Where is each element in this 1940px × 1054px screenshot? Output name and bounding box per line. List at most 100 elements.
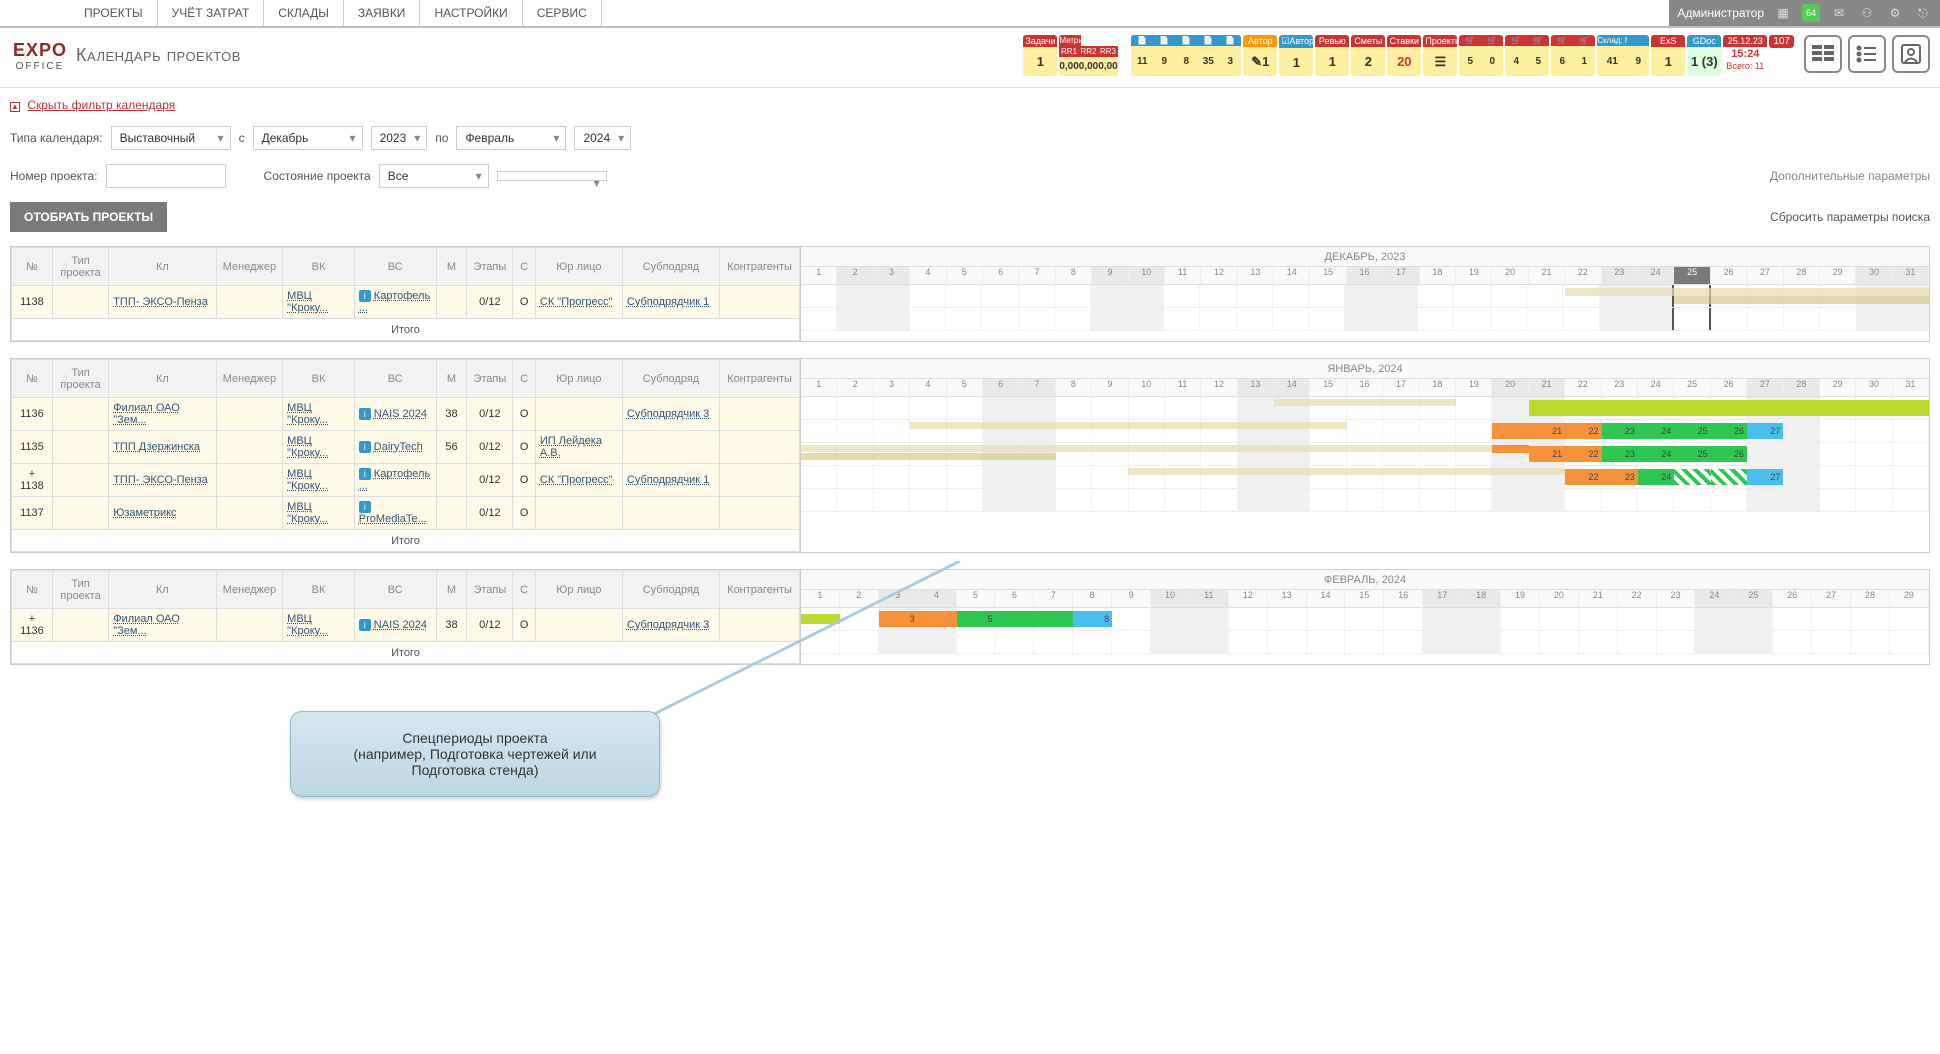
logo-bot: OFFICE <box>10 61 70 72</box>
gantt-row: 22232427 <box>801 466 1929 489</box>
tile-requests3[interactable]: 🛒6 🛒1 <box>1551 35 1595 76</box>
project-num-label: Номер проекта: <box>10 169 98 183</box>
year-to-select[interactable]: 2024 <box>574 126 631 150</box>
menu-stock[interactable]: СКЛАДЫ <box>264 0 344 26</box>
table-row[interactable]: 1138ТПП- ЭКСО-ПензаМВЦ "Кроку...iКартофе… <box>12 286 800 319</box>
tile-review[interactable]: Ревью1 <box>1315 35 1349 76</box>
project-num-input[interactable] <box>106 164 226 188</box>
menu-settings[interactable]: НАСТРОЙКИ <box>420 0 522 26</box>
view-person-icon[interactable] <box>1892 35 1930 73</box>
col-header: Этапы <box>467 248 513 286</box>
tile-exs[interactable]: ExS1 <box>1651 35 1685 76</box>
col-header: Менеджер <box>216 571 283 609</box>
users-icon[interactable]: ⚇ <box>1858 4 1876 22</box>
tile-requests2[interactable]: 🛒4 🛒5 <box>1505 35 1549 76</box>
gantt-row <box>801 489 1929 512</box>
layout-icon[interactable]: ▦ <box>1774 4 1792 22</box>
state-label: Состояние проекта <box>264 169 371 183</box>
col-header: Тип проекта <box>52 571 108 609</box>
tile-estimates[interactable]: Сметы2 <box>1351 35 1385 76</box>
gantt-row: 212223242526 <box>801 443 1929 466</box>
tile-visas[interactable]: 📄11 📄9 📄8 📄35 📄3 <box>1131 35 1241 76</box>
table-row[interactable]: + 1138ТПП- ЭКСО-ПензаМВЦ "Кроку...iКарто… <box>12 464 800 497</box>
date-badge: 107 <box>1769 35 1794 48</box>
tile-requests[interactable]: 🛒5 🛒0 <box>1459 35 1503 76</box>
admin-block: Администратор ▦ 64 ✉ ⚇ ⚙ ⎋ <box>1669 0 1940 26</box>
col-header: ВС <box>354 360 436 398</box>
table-row[interactable]: 1135ТПП ДзержинскаМВЦ "Кроку...iDairyTec… <box>12 431 800 464</box>
status-tiles: Задачи1 Метрики RR10,00 RR20,00 RR30,00 … <box>1023 35 1930 76</box>
tile-tasks[interactable]: Задачи1 <box>1023 35 1057 76</box>
extra-select[interactable] <box>497 171 607 181</box>
month-jan-label: ЯНВАРЬ, 2024 <box>801 359 1929 379</box>
menu-requests[interactable]: ЗАЯВКИ <box>344 0 421 26</box>
col-header: ВК <box>283 360 355 398</box>
gantt-row <box>801 631 1929 654</box>
col-header: С <box>513 571 536 609</box>
exit-icon[interactable]: ⎋ <box>1914 4 1932 22</box>
col-header: Юр лицо <box>535 571 622 609</box>
col-header: Контрагенты <box>720 248 800 286</box>
table-row[interactable]: 1137ЮзаметриксМВЦ "Кроку...iProMediaTe..… <box>12 497 800 530</box>
col-header: ВК <box>283 248 355 286</box>
col-header: С <box>513 248 536 286</box>
view-list-icon[interactable] <box>1848 35 1886 73</box>
gantt-february: №Тип проектаКлМенеджерВКВСМЭтапыСЮр лицо… <box>10 569 1930 665</box>
col-header: Юр лицо <box>535 360 622 398</box>
callout: Спецпериоды проекта (например, Подготовк… <box>290 711 660 797</box>
gear-icon[interactable]: ⚙ <box>1886 4 1904 22</box>
tile-metrics[interactable]: Метрики RR10,00 RR20,00 RR30,00 <box>1059 35 1129 76</box>
col-header: Менеджер <box>216 248 283 286</box>
collapse-filter-link[interactable]: Скрыть фильтр календаря <box>27 98 175 112</box>
col-header: ВС <box>354 248 436 286</box>
state-select[interactable]: Все <box>379 164 489 188</box>
col-header: С <box>513 360 536 398</box>
col-header: № <box>12 248 53 286</box>
col-header: Кл <box>109 248 216 286</box>
month-feb-label: ФЕВРАЛЬ, 2024 <box>801 570 1929 590</box>
main-menu: ПРОЕКТЫ УЧЁТ ЗАТРАТ СКЛАДЫ ЗАЯВКИ НАСТРО… <box>70 0 602 26</box>
filter-type-select[interactable]: Выставочный <box>111 126 231 150</box>
col-header: Субподряд <box>622 360 719 398</box>
collapse-caret-icon[interactable]: ▲ <box>10 102 20 112</box>
gantt-row <box>801 397 1929 420</box>
col-header: Контрагенты <box>720 360 800 398</box>
tile-stock[interactable]: Склад: MIN41 9 <box>1597 35 1649 76</box>
reset-link[interactable]: Сбросить параметры поиска <box>1770 210 1930 224</box>
view-grid-icon[interactable] <box>1804 35 1842 73</box>
logo-top: EXPO <box>10 40 70 61</box>
page-title: Календарь проектов <box>76 45 241 66</box>
col-header: ВС <box>354 571 436 609</box>
col-header: Кл <box>109 360 216 398</box>
col-header: Этапы <box>467 360 513 398</box>
menu-projects[interactable]: ПРОЕКТЫ <box>70 0 158 26</box>
filter-submit-button[interactable]: ОТОБРАТЬ ПРОЕКТЫ <box>10 202 167 232</box>
chat-icon[interactable]: 64 <box>1802 4 1820 22</box>
tile-author2[interactable]: ☑Автор1 <box>1279 35 1313 76</box>
menu-costs[interactable]: УЧЁТ ЗАТРАТ <box>158 0 265 26</box>
tile-author[interactable]: Автор✎1 <box>1243 35 1277 76</box>
extra-params-link[interactable]: Дополнительные параметры <box>1770 169 1930 183</box>
col-header: Тип проекта <box>52 360 108 398</box>
col-header: Менеджер <box>216 360 283 398</box>
month-dec-label: ДЕКАБРЬ, 2023 <box>801 247 1929 267</box>
mail-icon[interactable]: ✉ <box>1830 4 1848 22</box>
col-header: Этапы <box>467 571 513 609</box>
month-to-select[interactable]: Февраль <box>456 126 566 150</box>
tile-date[interactable]: 25.12.23 15:24 Всего: 11 <box>1723 35 1767 76</box>
table-row[interactable]: 1136Филиал ОАО "Зем...МВЦ "Кроку...iNAIS… <box>12 398 800 431</box>
month-from-select[interactable]: Декабрь <box>253 126 363 150</box>
col-header: Субподряд <box>622 248 719 286</box>
to-label: по <box>435 131 448 145</box>
col-header: № <box>12 360 53 398</box>
tile-gdoc[interactable]: GDoc1 (3) <box>1687 35 1721 76</box>
tile-projects[interactable]: Проекты☰ <box>1423 35 1457 76</box>
col-header: Кл <box>109 571 216 609</box>
gantt-january: №Тип проектаКлМенеджерВКВСМЭтапыСЮр лицо… <box>10 358 1930 553</box>
col-header: ВК <box>283 571 355 609</box>
gantt-december: №Тип проектаКлМенеджерВКВСМЭтапыСЮр лицо… <box>10 246 1930 342</box>
menu-service[interactable]: СЕРВИС <box>523 0 602 26</box>
gantt-row: 21222324252627 <box>801 420 1929 443</box>
year-from-select[interactable]: 2023 <box>371 126 428 150</box>
tile-rates[interactable]: Ставки20 <box>1387 35 1421 76</box>
